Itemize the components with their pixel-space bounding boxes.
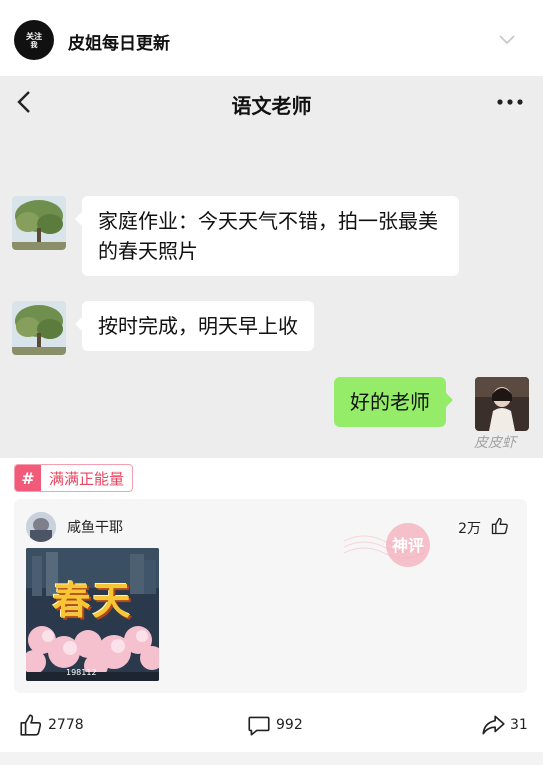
- commenter-name[interactable]: 咸鱼干耶: [67, 517, 123, 537]
- comment-count: 992: [276, 717, 303, 733]
- post-header: 关注 我 皮姐每日更新: [0, 0, 543, 76]
- post-action-bar: 2778 992 31: [0, 700, 543, 748]
- chat-title: 语文老师: [231, 94, 312, 118]
- hash-icon: #: [15, 465, 41, 491]
- share-button[interactable]: 31: [480, 712, 528, 738]
- more-dots-icon: [497, 99, 523, 105]
- author-avatar[interactable]: 关注 我: [14, 20, 54, 60]
- chat-message-1-text: 家庭作业：今天天气不错，拍一张最美的春天照片: [98, 209, 438, 263]
- chevron-down-icon[interactable]: [497, 32, 517, 46]
- thumbs-up-icon[interactable]: [490, 516, 510, 536]
- watermark-text: 皮皮虾: [474, 435, 516, 451]
- chat-message-2: 按时完成，明天早上收: [75, 301, 314, 351]
- stamp-icon: 神评: [344, 523, 430, 567]
- comment-button[interactable]: 992: [246, 712, 303, 738]
- like-button[interactable]: 2778: [18, 712, 84, 738]
- separator: [0, 752, 543, 765]
- share-count: 31: [510, 717, 528, 733]
- chat-message-3: 好的老师: [334, 377, 453, 427]
- avatar-text-line2: 我: [30, 40, 38, 49]
- chat-message-3-text: 好的老师: [350, 390, 430, 414]
- author-name[interactable]: 皮姐每日更新: [68, 29, 170, 54]
- like-count: 2778: [48, 717, 84, 733]
- commenter-avatar[interactable]: [26, 512, 56, 542]
- my-avatar: [475, 377, 529, 431]
- image-score: 198112: [66, 668, 97, 677]
- topic-tag[interactable]: # 满满正能量: [14, 464, 134, 492]
- chat-screenshot[interactable]: 语文老师 家庭作业：今天天气不错，拍一张最美的春天照片 按时完成，明天早上收 好…: [0, 76, 543, 458]
- comment-like-count: 2万: [458, 521, 481, 537]
- chat-message-1: 家庭作业：今天天气不错，拍一张最美的春天照片: [75, 196, 459, 276]
- stamp-text: 神评: [392, 536, 424, 555]
- top-comment-card[interactable]: 咸鱼干耶 神评 2万 春天 198112: [14, 499, 527, 693]
- share-arrow-icon: [482, 715, 505, 735]
- topic-tag-label: 满满正能量: [49, 469, 125, 488]
- avatar-text-line1: 关注: [26, 31, 42, 41]
- teacher-avatar: [12, 196, 66, 250]
- comment-image[interactable]: 春天 198112: [26, 548, 159, 681]
- image-title: 春天: [52, 578, 133, 623]
- comment-bubble-icon: [248, 716, 270, 736]
- teacher-avatar: [12, 301, 66, 355]
- thumbs-up-icon: [20, 714, 42, 736]
- chat-message-2-text: 按时完成，明天早上收: [98, 314, 298, 338]
